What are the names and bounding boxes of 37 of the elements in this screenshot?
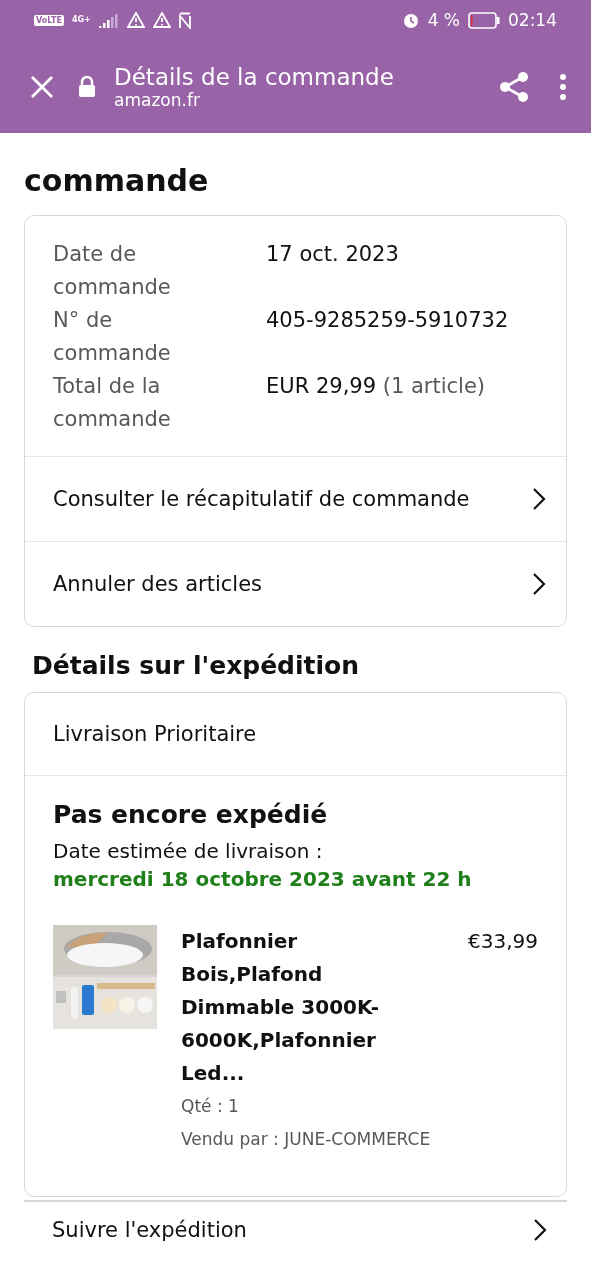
warning-icon bbox=[152, 12, 171, 28]
page-url: amazon.fr bbox=[114, 89, 201, 110]
more-icon bbox=[557, 71, 569, 102]
chevron-right-icon bbox=[532, 487, 546, 511]
clock-time: 02:14 bbox=[508, 10, 557, 30]
network-type: 4G+ bbox=[71, 16, 91, 24]
share-icon bbox=[497, 69, 531, 104]
alarm-icon bbox=[401, 11, 420, 29]
chevron-right-icon bbox=[533, 1218, 547, 1242]
product-title: Plafonnier Bois,Plafond Dimmable 3000K-6000K,Plafonnier Led... bbox=[181, 928, 381, 1087]
section-heading: Détails sur l'expédition bbox=[32, 651, 361, 680]
product-seller: Vendu par : JUNE-COMMERCE bbox=[181, 1128, 432, 1151]
product-quantity: Qté : 1 bbox=[181, 1095, 240, 1118]
signal-icon bbox=[98, 12, 119, 28]
order-link-row[interactable]: Consulter le récapitulatif de commande bbox=[25, 456, 566, 541]
info-label: Total de la commande bbox=[53, 373, 172, 433]
track-shipment-link[interactable]: Suivre l'expédition bbox=[24, 1200, 567, 1242]
volte-badge: VoLTE bbox=[34, 14, 64, 26]
order-link-row[interactable]: Annuler des articles bbox=[25, 541, 566, 626]
info-value: 17 oct. 2023 bbox=[266, 241, 400, 268]
nfc-icon bbox=[178, 11, 191, 29]
delivery-method: Livraison Prioritaire bbox=[53, 722, 257, 746]
info-label: N° de commande bbox=[53, 307, 172, 367]
page-title: Détails de la commande bbox=[114, 63, 395, 90]
info-value: 405-9285259-5910732 bbox=[266, 307, 510, 334]
chevron-right-icon bbox=[532, 572, 546, 596]
page-heading: commande bbox=[24, 162, 210, 200]
info-label: Date de commande bbox=[53, 241, 172, 301]
shipment-status: Pas encore expédié bbox=[53, 800, 329, 829]
lock-icon bbox=[78, 75, 96, 98]
delivery-date: mercredi 18 octobre 2023 avant 22 h bbox=[53, 867, 473, 891]
warning-icon bbox=[126, 12, 145, 28]
battery-icon bbox=[468, 11, 500, 29]
product-price: €33,99 bbox=[468, 928, 538, 955]
estimate-label: Date estimée de livraison : bbox=[53, 839, 324, 863]
battery-percent: 4 % bbox=[427, 10, 460, 30]
info-value: EUR 29,99 (1 article) bbox=[266, 373, 486, 400]
